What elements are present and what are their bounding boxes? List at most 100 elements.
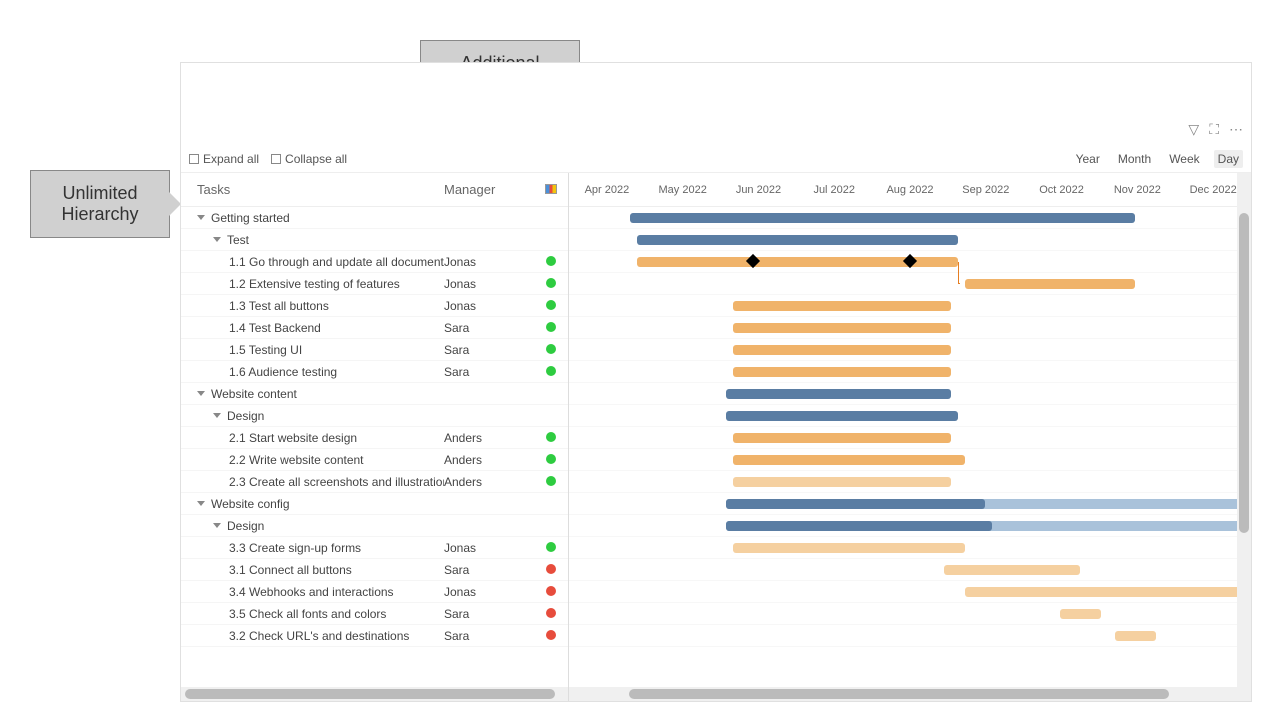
chevron-down-icon[interactable]	[213, 237, 221, 242]
gantt-bar[interactable]	[630, 213, 1135, 223]
table-row[interactable]: 3.5 Check all fonts and colorsSara	[181, 603, 568, 625]
table-row[interactable]: Getting started	[181, 207, 568, 229]
gantt-bar[interactable]	[733, 455, 965, 465]
gantt-bar[interactable]	[726, 411, 958, 421]
table-row[interactable]: Website content	[181, 383, 568, 405]
status-dot	[546, 476, 556, 486]
expand-all-label: Expand all	[203, 152, 259, 166]
table-row[interactable]: 3.2 Check URL's and destinationsSara	[181, 625, 568, 647]
col-tasks[interactable]: Tasks	[181, 182, 444, 197]
gantt-bar[interactable]	[733, 477, 951, 487]
bar-row	[569, 449, 1251, 471]
table-row[interactable]: 1.3 Test all buttonsJonas	[181, 295, 568, 317]
gantt-bar[interactable]	[733, 345, 951, 355]
expand-icon[interactable]: ⛶	[1209, 121, 1219, 138]
task-label: 1.1 Go through and update all documentat…	[229, 255, 444, 269]
task-list-pane: Tasks Manager Getting started Test 1.1 Go …	[181, 173, 569, 687]
manager-cell: Anders	[444, 453, 534, 467]
chevron-down-icon[interactable]	[197, 391, 205, 396]
table-row[interactable]: 1.4 Test BackendSara	[181, 317, 568, 339]
table-row[interactable]: 2.1 Start website designAnders	[181, 427, 568, 449]
manager-cell: Jonas	[444, 277, 534, 291]
bar-row	[569, 229, 1251, 251]
task-label: 1.3 Test all buttons	[229, 299, 329, 313]
zoom-week[interactable]: Week	[1165, 150, 1203, 168]
gantt-bar[interactable]	[726, 389, 951, 399]
table-row[interactable]: 1.2 Extensive testing of features Jonas	[181, 273, 568, 295]
gantt-bar[interactable]	[1115, 631, 1156, 641]
gantt-bar[interactable]	[733, 323, 951, 333]
timeline-header: Apr 2022May 2022Jun 2022Jul 2022Aug 2022…	[569, 173, 1251, 207]
table-row[interactable]: 3.4 Webhooks and interactionsJonas	[181, 581, 568, 603]
vertical-scrollbar[interactable]	[1237, 173, 1251, 687]
task-label: Website config	[211, 497, 290, 511]
table-row[interactable]: Website config	[181, 493, 568, 515]
chevron-down-icon[interactable]	[197, 215, 205, 220]
callout-hierarchy: Unlimited Hierarchy	[30, 170, 170, 238]
status-cell	[534, 475, 568, 489]
expand-all-button[interactable]: Expand all	[189, 152, 259, 166]
bar-row	[569, 471, 1251, 493]
gantt-bar[interactable]	[944, 565, 1080, 575]
status-dot	[546, 630, 556, 640]
task-label: 3.4 Webhooks and interactions	[229, 585, 394, 599]
table-row[interactable]: 3.3 Create sign-up formsJonas	[181, 537, 568, 559]
task-label: Getting started	[211, 211, 290, 225]
table-row[interactable]: Test	[181, 229, 568, 251]
chevron-down-icon[interactable]	[213, 413, 221, 418]
collapse-all-button[interactable]: Collapse all	[271, 152, 347, 166]
gantt-bar[interactable]	[965, 587, 1251, 597]
table-row[interactable]: 2.3 Create all screenshots and illustrat…	[181, 471, 568, 493]
gantt-bar[interactable]	[733, 433, 951, 443]
col-status-chart[interactable]	[534, 182, 568, 197]
filter-icon[interactable]: ▽	[1188, 121, 1199, 138]
manager-cell: Sara	[444, 629, 534, 643]
chevron-down-icon[interactable]	[213, 523, 221, 528]
table-row[interactable]: 1.5 Testing UISara	[181, 339, 568, 361]
task-label: 1.5 Testing UI	[229, 343, 302, 357]
table-row[interactable]: Design	[181, 405, 568, 427]
bar-row	[569, 273, 1251, 295]
gantt-bar[interactable]	[733, 301, 951, 311]
gantt-bar[interactable]	[733, 367, 951, 377]
horizontal-scrollbar[interactable]	[181, 687, 1251, 701]
zoom-month[interactable]: Month	[1114, 150, 1155, 168]
chart-icon	[545, 184, 557, 194]
bar-row	[569, 383, 1251, 405]
bar-row	[569, 251, 1251, 273]
task-label: 3.1 Connect all buttons	[229, 563, 352, 577]
bar-row	[569, 581, 1251, 603]
table-row[interactable]: 1.6 Audience testingSara	[181, 361, 568, 383]
status-cell	[534, 585, 568, 599]
task-label: 3.5 Check all fonts and colors	[229, 607, 386, 621]
gantt-bar[interactable]	[637, 235, 958, 245]
gantt-bar[interactable]	[965, 279, 1136, 289]
table-row[interactable]: 1.1 Go through and update all documentat…	[181, 251, 568, 273]
col-manager[interactable]: Manager	[444, 182, 534, 197]
status-cell	[534, 431, 568, 445]
gantt-bar-progress	[726, 521, 992, 531]
gantt-bar[interactable]	[733, 543, 965, 553]
status-dot	[546, 344, 556, 354]
chevron-down-icon[interactable]	[197, 501, 205, 506]
bar-row	[569, 317, 1251, 339]
task-label: 1.2 Extensive testing of features	[229, 277, 400, 291]
month-header: Sep 2022	[948, 184, 1024, 196]
bar-row	[569, 559, 1251, 581]
gantt-bar-progress	[726, 499, 985, 509]
task-rows: Getting started Test 1.1 Go through and up…	[181, 207, 568, 687]
status-dot	[546, 300, 556, 310]
collapse-all-label: Collapse all	[285, 152, 347, 166]
bar-row	[569, 603, 1251, 625]
table-row[interactable]: 3.1 Connect all buttonsSara	[181, 559, 568, 581]
more-icon[interactable]: ⋯	[1229, 121, 1243, 138]
timeline-pane: Apr 2022May 2022Jun 2022Jul 2022Aug 2022…	[569, 173, 1251, 687]
table-row[interactable]: 2.2 Write website contentAnders	[181, 449, 568, 471]
task-label: 2.1 Start website design	[229, 431, 357, 445]
status-dot	[546, 454, 556, 464]
table-row[interactable]: Design	[181, 515, 568, 537]
bar-row	[569, 295, 1251, 317]
zoom-day[interactable]: Day	[1214, 150, 1243, 168]
zoom-year[interactable]: Year	[1072, 150, 1104, 168]
gantt-bar[interactable]	[1060, 609, 1101, 619]
